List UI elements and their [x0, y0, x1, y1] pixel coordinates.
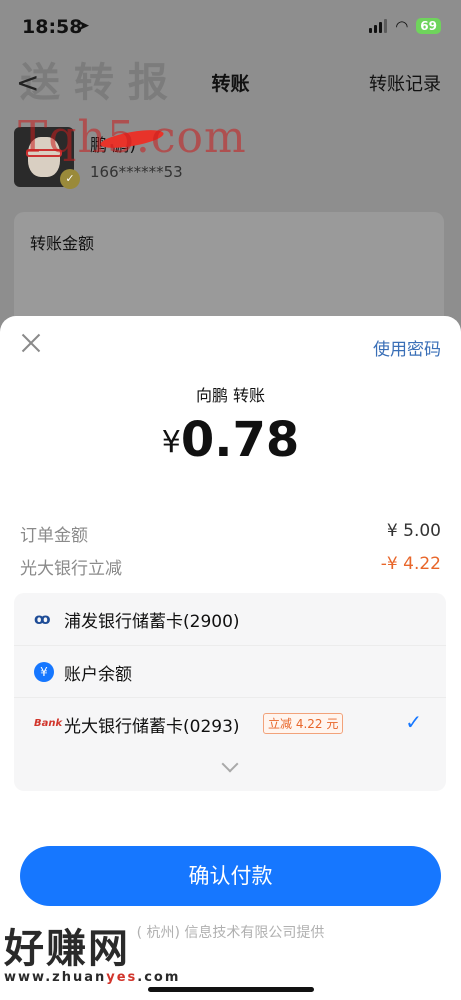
home-indicator	[148, 987, 314, 992]
status-bar: 18:58 ➤ ◠ 69	[0, 0, 461, 56]
spdb-bank-icon: ꝏ	[34, 610, 51, 628]
confirm-pay-button[interactable]: 确认付款	[20, 846, 441, 906]
discount-tag: 立减 4.22 元	[263, 713, 344, 734]
method-label: 浦发银行储蓄卡(2900)	[64, 612, 240, 632]
location-arrow-icon: ➤	[78, 18, 90, 34]
discount-label: 光大银行立减	[20, 559, 122, 579]
nav-bar: < 转账 转账记录	[0, 56, 461, 108]
currency-symbol: ¥	[161, 425, 181, 460]
amount-card: 转账金额	[14, 212, 444, 332]
method-spdb[interactable]: ꝏ 浦发银行储蓄卡(2900)	[14, 593, 446, 645]
method-label: 光大银行储蓄卡(0293)	[64, 717, 240, 737]
use-password-link[interactable]: 使用密码	[373, 335, 441, 360]
method-ceb[interactable]: Bank 光大银行储蓄卡(0293) 立减 4.22 元 ✓	[14, 697, 446, 749]
close-icon[interactable]	[18, 330, 44, 356]
order-amount-value: ¥ 5.00	[386, 521, 441, 541]
status-time: 18:58	[22, 16, 83, 38]
discount-row: 光大银行立减 -¥ 4.22	[20, 554, 441, 580]
amount-card-label: 转账金额	[30, 234, 95, 253]
amount-value: 0.78	[180, 412, 300, 468]
check-icon: ✓	[405, 710, 422, 734]
pay-amount: ¥0.78	[0, 412, 461, 468]
order-amount-label: 订单金额	[20, 526, 88, 546]
payment-sheet: 使用密码 向鹏 转账 ¥0.78 订单金额 ¥ 5.00 光大银行立减 -¥ 4…	[0, 316, 461, 1000]
discount-value: -¥ 4.22	[380, 554, 441, 574]
payment-methods: ꝏ 浦发银行储蓄卡(2900) ¥ 账户余额 Bank 光大银行储蓄卡(0293…	[14, 593, 446, 791]
order-amount-row: 订单金额 ¥ 5.00	[20, 521, 441, 547]
status-indicators: ◠ 69	[369, 17, 441, 35]
battery-icon: 69	[416, 18, 441, 34]
watermark-top: Tqh5.com	[18, 112, 247, 163]
transfer-history-link[interactable]: 转账记录	[369, 70, 441, 96]
watermark-bottom-title: 好赚网	[4, 926, 130, 972]
recipient-phone: 166******53	[90, 163, 183, 181]
verified-badge-icon: ✓	[60, 169, 80, 189]
method-balance[interactable]: ¥ 账户余额	[14, 645, 446, 697]
watermark-bottom: 好赚网 www.zhuanyes.com	[4, 916, 180, 985]
cellular-signal-icon	[369, 19, 388, 33]
wifi-icon: ◠	[395, 17, 409, 35]
pay-to-label: 向鹏 转账	[195, 386, 266, 405]
method-label: 账户余额	[64, 665, 132, 685]
watermark-bottom-url: www.zhuanyes.com	[4, 970, 181, 985]
chevron-down-icon[interactable]	[220, 756, 240, 776]
yuan-balance-icon: ¥	[34, 662, 54, 682]
ceb-bank-icon: Bank	[34, 718, 63, 729]
